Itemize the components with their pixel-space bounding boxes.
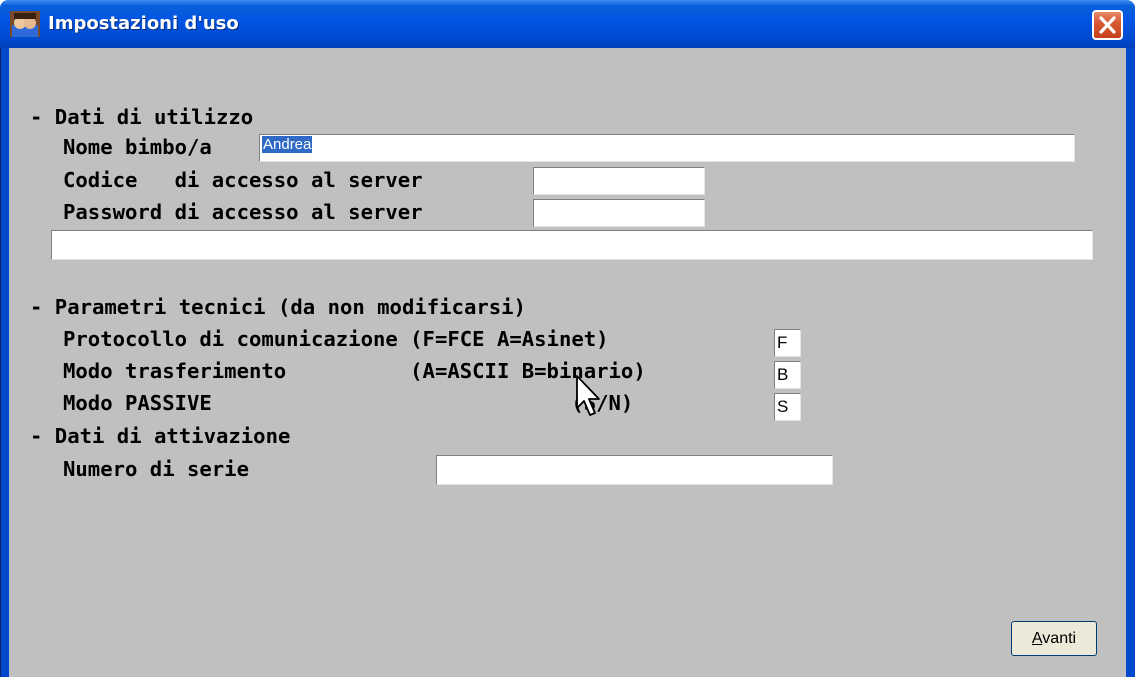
dialog-body: - Dati di utilizzo Nome bimbo/a Andrea C… (9, 48, 1126, 677)
section-header-technical: - Parametri tecnici (da non modificarsi) (30, 295, 526, 319)
transfer-mode-field[interactable]: B (774, 361, 801, 389)
serial-number-field[interactable] (436, 455, 833, 485)
child-name-value: Andrea (262, 136, 313, 153)
close-button[interactable] (1092, 10, 1123, 40)
passive-mode-label: Modo PASSIVE (S/N) (63, 391, 634, 415)
title-bar[interactable]: Impostazioni d'uso (0, 0, 1135, 48)
app-icon (10, 11, 40, 37)
window-frame-left (0, 48, 9, 677)
extra-field[interactable] (51, 230, 1093, 260)
close-icon (1099, 16, 1116, 34)
server-code-field[interactable] (533, 167, 705, 195)
server-password-label: Password di accesso al server (63, 200, 423, 224)
window-frame-right (1126, 48, 1135, 677)
server-code-label: Codice di accesso al server (63, 168, 423, 192)
server-password-field[interactable] (533, 199, 705, 227)
protocol-field[interactable]: F (774, 329, 801, 357)
mouse-pointer-icon (576, 375, 600, 416)
protocol-label: Protocollo di comunicazione (F=FCE A=Asi… (63, 327, 609, 351)
child-name-label: Nome bimbo/a (63, 135, 212, 159)
passive-mode-field[interactable]: S (774, 393, 801, 421)
next-button-accelerator: A (1031, 630, 1043, 647)
section-header-activation: - Dati di attivazione (30, 424, 291, 448)
next-button[interactable]: Avanti (1011, 621, 1097, 656)
window-title: Impostazioni d'uso (48, 13, 239, 34)
settings-window: Impostazioni d'uso - Dati di utilizzo No… (0, 0, 1135, 677)
next-button-label: vanti (1042, 630, 1077, 647)
serial-number-label: Numero di serie (63, 457, 249, 481)
section-header-usage: - Dati di utilizzo (30, 105, 254, 129)
child-name-field[interactable]: Andrea (259, 134, 1075, 162)
transfer-mode-label: Modo trasferimento (A=ASCII B=binario) (63, 359, 646, 383)
